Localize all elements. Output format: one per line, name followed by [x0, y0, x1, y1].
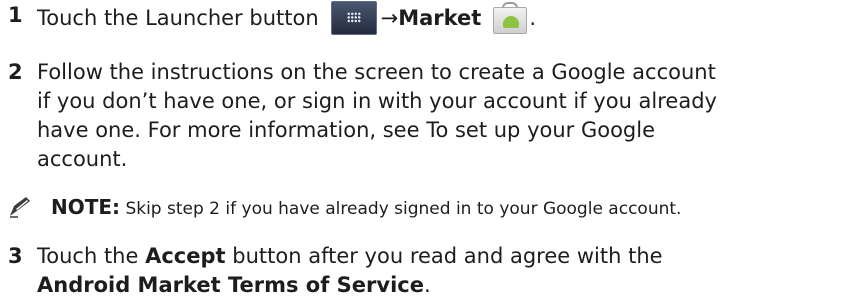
pencil-note-icon	[10, 197, 30, 218]
note-body: Skip step 2 if you have already signed i…	[125, 199, 682, 219]
terms-of-service-label: Android Market Terms of Service	[37, 273, 424, 297]
step-3-text-before: Touch the	[37, 244, 139, 268]
market-label: Market	[398, 5, 482, 30]
note-label: NOTE:	[51, 195, 121, 219]
step-1-period: .	[529, 5, 537, 30]
step-2-line: Follow the instructions on the screen to…	[37, 60, 716, 84]
step-text: Touch the Launcher button → Market .	[37, 1, 536, 35]
arrow-icon: →	[380, 5, 399, 30]
step-3-line: Android Market Terms of Service.	[37, 271, 663, 300]
step-3-text-after: button after you read and agree with the	[232, 244, 663, 268]
note-text: NOTE: Skip step 2 if you have already si…	[51, 192, 681, 224]
step-3-period: .	[423, 273, 431, 297]
step-text: Touch the Accept button after you read a…	[37, 242, 663, 300]
step-1-instruction: Touch the Launcher button	[37, 5, 319, 30]
step-2-line: account.	[37, 147, 128, 171]
launcher-grid-icon	[330, 1, 377, 35]
android-market-icon	[491, 2, 528, 34]
step-3-line: Touch the Accept button after you read a…	[37, 242, 663, 271]
step-2-line: have one. For more information, see To s…	[37, 118, 656, 142]
step-text: Follow the instructions on the screen to…	[37, 58, 837, 174]
step-2-line: if you don’t have one, or sign in with y…	[37, 89, 717, 113]
accept-label: Accept	[145, 244, 226, 268]
step-number: 3	[8, 244, 23, 268]
step-number: 2	[8, 60, 23, 84]
step-number: 1	[8, 3, 23, 27]
